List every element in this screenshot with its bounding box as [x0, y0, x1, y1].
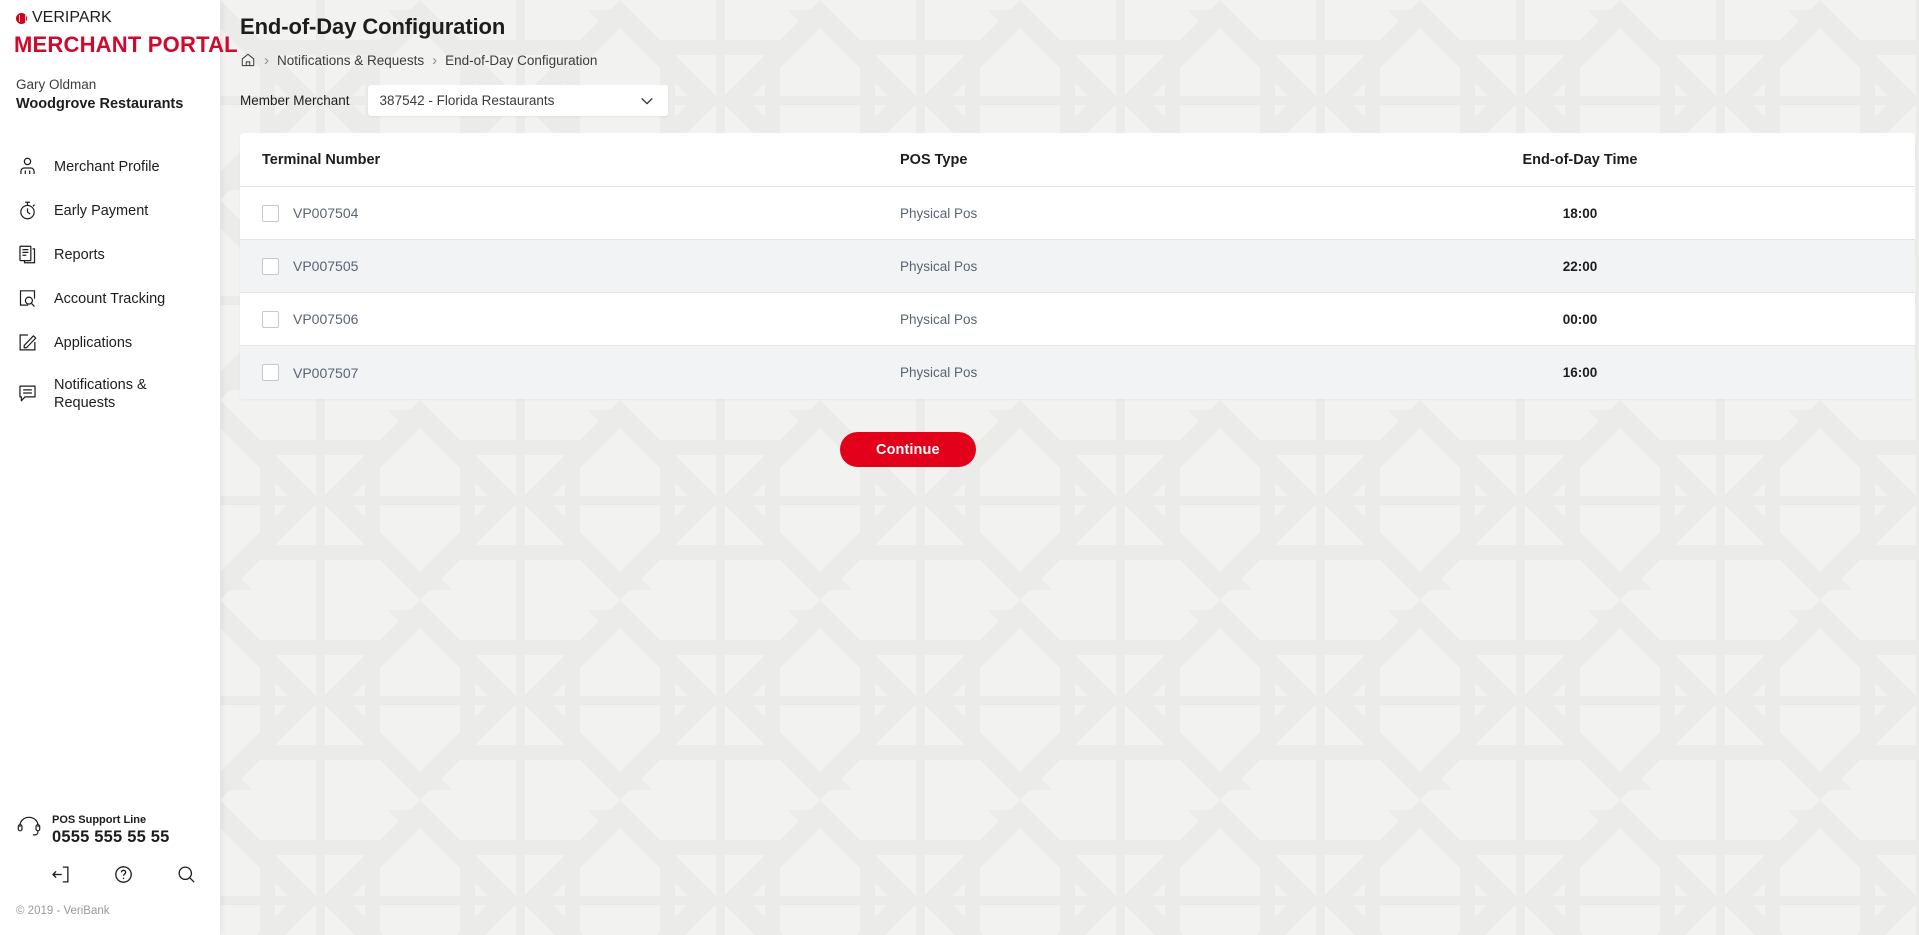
row-checkbox[interactable] — [262, 204, 279, 222]
chat-icon — [16, 383, 38, 405]
documents-icon — [16, 244, 38, 266]
merchant-portal-label: MERCHANT PORTAL — [14, 32, 238, 57]
support-title: POS Support Line — [52, 814, 147, 827]
sidebar-item-label: Early Payment — [54, 202, 149, 219]
page-title: End-of-Day Configuration — [240, 14, 506, 39]
breadcrumb-item-current: End-of-Day Configuration — [445, 52, 598, 68]
actions-row: Continue — [240, 432, 1891, 467]
member-merchant-label: Member Merchant — [240, 93, 350, 108]
cell-terminal-number: VP007506 — [293, 311, 359, 327]
member-merchant-select[interactable]: 387542 - Florida Restaurants — [367, 85, 668, 116]
sidebar-item-notifications-requests[interactable]: Notifications & Requests — [0, 365, 220, 423]
breadcrumb: › Notifications & Requests › End-of-Day … — [240, 52, 1891, 68]
terminals-table: Terminal Number POS Type End-of-Day Time… — [240, 133, 1915, 399]
breadcrumb-separator: › — [432, 51, 438, 69]
table-row: VP007505 Physical Pos 22:00 — [240, 240, 1915, 293]
app-root: VERIPARK MERCHANT PORTAL Gary Oldman Woo… — [0, 0, 1919, 935]
sidebar-item-label: Applications — [54, 334, 133, 351]
row-checkbox[interactable] — [262, 364, 279, 381]
cell-pos-type: Physical Pos — [900, 311, 978, 327]
cell-pos-type: Physical Pos — [900, 205, 978, 221]
sidebar-item-account-tracking[interactable]: Account Tracking — [0, 277, 220, 321]
member-merchant-value: 387542 - Florida Restaurants — [379, 93, 555, 108]
sidebar-footer: POS Support Line 0555 555 55 55 © 2019 -… — [0, 809, 220, 935]
sidebar-item-reports[interactable]: Reports — [0, 233, 220, 277]
sidebar-item-early-payment[interactable]: Early Payment — [0, 189, 220, 233]
cell-pos-type: Physical Pos — [900, 365, 978, 380]
edit-square-icon — [16, 332, 38, 354]
home-icon[interactable] — [240, 52, 256, 68]
cell-eod-time: 18:00 — [1562, 205, 1598, 221]
cell-eod-time: 22:00 — [1562, 258, 1598, 274]
sidebar-item-label: Merchant Profile — [54, 158, 160, 175]
sidebar-nav: Merchant Profile Early Payment Reports A… — [0, 145, 220, 423]
cell-terminal-number: VP007505 — [293, 258, 359, 274]
cell-pos-type: Physical Pos — [900, 258, 978, 274]
search-icon[interactable] — [176, 864, 197, 885]
stopwatch-icon — [16, 200, 38, 222]
user-company: Woodgrove Restaurants — [16, 96, 184, 113]
main-area: End-of-Day Configuration › Notifications… — [220, 0, 1919, 935]
cell-terminal-number: VP007507 — [293, 364, 359, 381]
sidebar-item-label: Notifications & Requests — [54, 376, 147, 411]
account-search-icon — [16, 288, 38, 310]
sidebar-item-label: Reports — [54, 246, 105, 263]
continue-button[interactable]: Continue — [840, 432, 976, 467]
row-checkbox[interactable] — [262, 257, 279, 275]
sidebar-item-label: Account Tracking — [54, 290, 166, 307]
sidebar-item-applications[interactable]: Applications — [0, 321, 220, 365]
cell-terminal-number: VP007504 — [293, 205, 359, 221]
breadcrumb-item-notifications[interactable]: Notifications & Requests — [277, 53, 424, 68]
veripark-mark-icon — [16, 12, 27, 24]
chevron-down-icon — [638, 92, 656, 110]
table-row: VP007504 Physical Pos 18:00 — [240, 187, 1915, 240]
veripark-wordmark: VERIPARK — [16, 9, 220, 26]
help-icon[interactable] — [113, 864, 134, 885]
sidebar-item-merchant-profile[interactable]: Merchant Profile — [0, 145, 220, 189]
sidebar: VERIPARK MERCHANT PORTAL Gary Oldman Woo… — [0, 0, 238, 935]
column-header-eod-time: End-of-Day Time — [1522, 151, 1638, 168]
copyright: © 2019 - VeriBank — [16, 905, 110, 917]
headset-icon — [16, 814, 42, 843]
sidebar-action-icons — [16, 864, 204, 885]
support-phone: 0555 555 55 55 — [52, 828, 170, 847]
logout-icon[interactable] — [50, 864, 71, 885]
user-name: Gary Oldman — [16, 77, 97, 92]
support-line: POS Support Line 0555 555 55 55 — [16, 809, 204, 848]
veripark-text: VERIPARK — [32, 9, 112, 26]
column-header-pos-type: POS Type — [900, 151, 968, 168]
page-content: End-of-Day Configuration › Notifications… — [220, 0, 1919, 467]
table-row: VP007507 Physical Pos 16:00 — [240, 346, 1915, 399]
cell-eod-time: 16:00 — [1562, 365, 1598, 380]
user-info: Gary Oldman Woodgrove Restaurants — [0, 56, 220, 115]
row-checkbox[interactable] — [262, 310, 279, 328]
filter-row: Member Merchant 387542 - Florida Restaur… — [240, 85, 1891, 116]
cell-eod-time: 00:00 — [1562, 311, 1598, 327]
merchant-portal-text: MERCHANT PORTAL — [14, 27, 238, 56]
brand-logo[interactable]: VERIPARK MERCHANT PORTAL — [0, 0, 238, 56]
table-header-row: Terminal Number POS Type End-of-Day Time — [240, 133, 1915, 187]
breadcrumb-separator: › — [264, 51, 269, 69]
table-row: VP007506 Physical Pos 00:00 — [240, 293, 1915, 346]
column-header-terminal-number: Terminal Number — [262, 151, 381, 168]
user-icon — [16, 156, 38, 178]
